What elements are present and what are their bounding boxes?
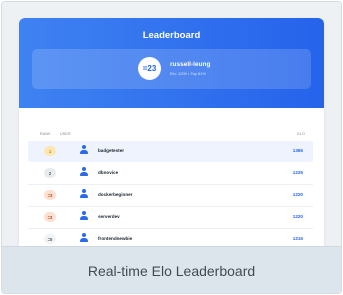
table-row[interactable]: =5 frontendnewbie 1215 <box>28 229 313 246</box>
table-header: RANK USER ELO <box>19 130 324 138</box>
user-icon <box>79 211 89 222</box>
image-caption: Real-time Elo Leaderboard <box>2 246 341 293</box>
table-row[interactable]: 2 dbnovice 1225 <box>28 163 313 185</box>
rank-badge: =3 <box>44 212 56 222</box>
table-row[interactable]: =3 serverdev 1220 <box>28 207 313 229</box>
current-user-name: russell-leung <box>170 61 211 68</box>
rank-badge: =5 <box>44 234 56 244</box>
elo-score: 1225 <box>292 170 303 175</box>
user-icon <box>79 233 89 244</box>
elo-score: 1220 <box>292 214 303 219</box>
user-icon <box>79 167 89 178</box>
page-title: Leaderboard <box>142 30 201 41</box>
username[interactable]: serverdev <box>98 214 120 219</box>
elo-score: 1365 <box>292 148 303 153</box>
leaderboard-panel: Leaderboard =23 russell-leung Elo: 1200 … <box>19 18 324 246</box>
rank-badge: 2 <box>44 168 56 178</box>
username[interactable]: frontendnewbie <box>98 236 132 241</box>
table-row[interactable]: 1 badgetester 1365 <box>28 141 313 162</box>
user-icon <box>79 189 89 200</box>
screenshot-card: Leaderboard =23 russell-leung Elo: 1200 … <box>1 1 342 294</box>
column-header-user: USER <box>60 132 71 136</box>
column-header-elo: ELO <box>297 132 305 136</box>
user-icon <box>79 145 89 156</box>
username[interactable]: dbnovice <box>98 170 118 175</box>
current-user-card[interactable]: =23 russell-leung Elo: 1200 • Top 61% <box>32 49 311 89</box>
current-user-stats: Elo: 1200 • Top 61% <box>170 71 207 76</box>
leaderboard-header: Leaderboard =23 russell-leung Elo: 1200 … <box>19 18 324 108</box>
column-header-rank: RANK <box>40 132 51 136</box>
screenshot-area: Leaderboard =23 russell-leung Elo: 1200 … <box>2 2 341 246</box>
rank-badge: =3 <box>44 190 56 200</box>
rank-badge: 1 <box>44 146 56 156</box>
current-user-rank: =23 <box>138 57 161 80</box>
table-row[interactable]: =3 dockerbeginner 1220 <box>28 185 313 207</box>
elo-score: 1220 <box>292 192 303 197</box>
elo-score: 1215 <box>292 236 303 241</box>
username[interactable]: dockerbeginner <box>98 192 132 197</box>
username[interactable]: badgetester <box>98 148 124 153</box>
